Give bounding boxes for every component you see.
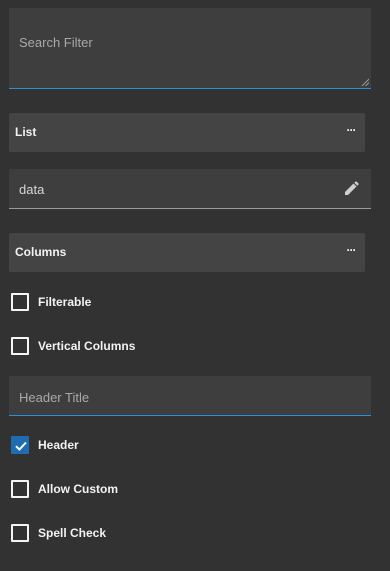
header-checkbox[interactable] — [11, 436, 29, 454]
columns-section-header[interactable]: Columns ··· — [9, 233, 365, 272]
header-label: Header — [38, 438, 79, 452]
filterable-checkbox[interactable] — [11, 293, 29, 311]
spell-check-option[interactable]: Spell Check — [11, 524, 311, 542]
search-filter-placeholder: Search Filter — [19, 35, 93, 50]
list-section-header[interactable]: List ··· — [9, 113, 365, 152]
allow-custom-checkbox[interactable] — [11, 480, 29, 498]
header-title-field[interactable]: Header Title — [9, 376, 371, 416]
spell-check-checkbox[interactable] — [11, 524, 29, 542]
header-title-placeholder: Header Title — [19, 390, 90, 405]
columns-section-label: Columns — [15, 245, 67, 259]
settings-panel: Search Filter List ··· data Columns ··· … — [0, 0, 390, 571]
ellipsis-icon[interactable]: ··· — [344, 242, 358, 258]
data-field-value: data — [19, 182, 45, 197]
search-filter-textarea[interactable]: Search Filter — [9, 8, 371, 89]
vertical-columns-checkbox[interactable] — [11, 337, 29, 355]
filterable-label: Filterable — [38, 295, 92, 309]
ellipsis-icon[interactable]: ··· — [344, 122, 358, 138]
resize-grip-icon[interactable] — [361, 78, 369, 86]
vertical-columns-option[interactable]: Vertical Columns — [11, 337, 311, 355]
vertical-columns-label: Vertical Columns — [38, 339, 136, 353]
allow-custom-option[interactable]: Allow Custom — [11, 480, 311, 498]
allow-custom-label: Allow Custom — [38, 482, 118, 496]
spell-check-label: Spell Check — [38, 526, 107, 540]
pencil-icon[interactable] — [343, 181, 359, 197]
data-field[interactable]: data — [9, 169, 371, 209]
header-option[interactable]: Header — [11, 436, 311, 454]
checkmark-icon — [15, 441, 27, 451]
list-section-label: List — [15, 125, 37, 139]
filterable-option[interactable]: Filterable — [11, 293, 311, 311]
